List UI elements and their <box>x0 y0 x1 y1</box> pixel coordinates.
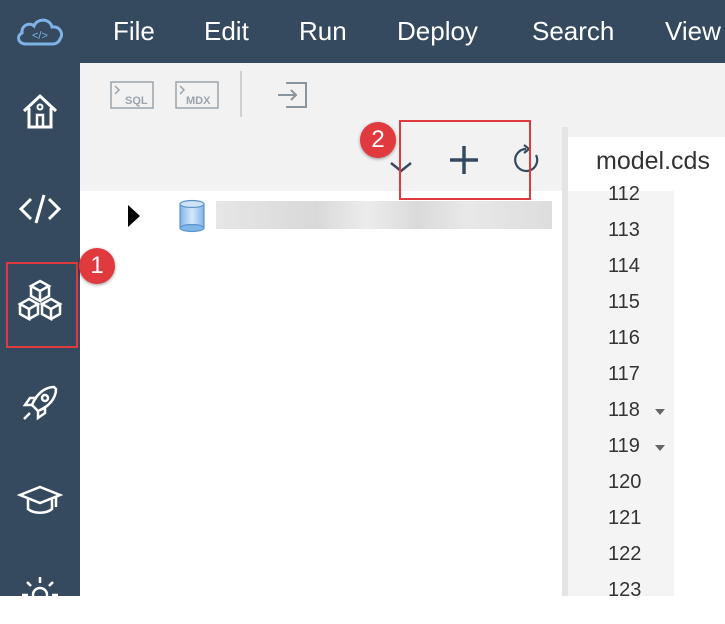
line-number: 122 <box>608 543 642 565</box>
editor-tab-bar: model.cds <box>568 127 725 191</box>
svg-text:</>: </> <box>32 30 48 42</box>
mdx-console-button[interactable]: MDX <box>175 81 219 109</box>
tab-model-cds[interactable]: model.cds <box>568 137 725 191</box>
gear-icon[interactable] <box>16 571 64 619</box>
line-number: 112 <box>608 183 640 205</box>
line-number: 123 <box>608 579 642 601</box>
callout-badge-1: 1 <box>79 248 115 284</box>
menu-search[interactable]: Search <box>532 16 614 47</box>
database-explorer-tree <box>80 191 562 596</box>
tree-item-database-name[interactable] <box>216 201 552 229</box>
line-number: 121 <box>608 507 642 529</box>
code-editor[interactable] <box>674 191 725 596</box>
menu-run[interactable]: Run <box>299 16 347 47</box>
highlight-box-2 <box>399 120 531 200</box>
line-number-gutter: 112 113 114 115 116 117 118 119 120 121 122 123 <box>568 183 674 601</box>
toolbar-divider <box>240 71 242 117</box>
line-number: 115 <box>608 291 640 313</box>
cloud-logo-icon: </> <box>14 14 66 50</box>
menu-file[interactable]: File <box>113 16 155 47</box>
line-number: 116 <box>608 327 640 349</box>
home-icon[interactable] <box>16 87 64 135</box>
toolbar: SQL MDX <box>80 63 725 128</box>
menu-bar: </> File Edit Run Deploy Search View <box>0 0 725 63</box>
menu-edit[interactable]: Edit <box>204 16 249 47</box>
svg-text:SQL: SQL <box>125 95 148 107</box>
svg-text:MDX: MDX <box>186 95 211 107</box>
graduation-cap-icon[interactable] <box>16 477 64 525</box>
highlight-box-1 <box>6 262 78 348</box>
line-number: 120 <box>608 471 642 493</box>
rocket-icon[interactable] <box>16 379 64 427</box>
line-number: 113 <box>608 219 640 241</box>
fold-toggle-icon[interactable] <box>655 445 665 451</box>
fold-toggle-icon[interactable] <box>655 409 665 415</box>
line-number: 117 <box>608 363 640 385</box>
tab-label: model.cds <box>596 147 710 175</box>
sql-console-button[interactable]: SQL <box>110 81 154 109</box>
import-icon[interactable] <box>276 81 308 109</box>
database-icon <box>178 199 206 233</box>
menu-view[interactable]: View <box>665 16 721 47</box>
line-number: 119 <box>608 435 640 457</box>
line-number: 114 <box>608 255 640 277</box>
line-number: 118 <box>608 399 640 421</box>
expand-caret-icon[interactable] <box>128 205 140 227</box>
code-icon[interactable] <box>16 185 64 233</box>
callout-badge-2: 2 <box>360 122 396 158</box>
menu-deploy[interactable]: Deploy <box>397 16 478 47</box>
